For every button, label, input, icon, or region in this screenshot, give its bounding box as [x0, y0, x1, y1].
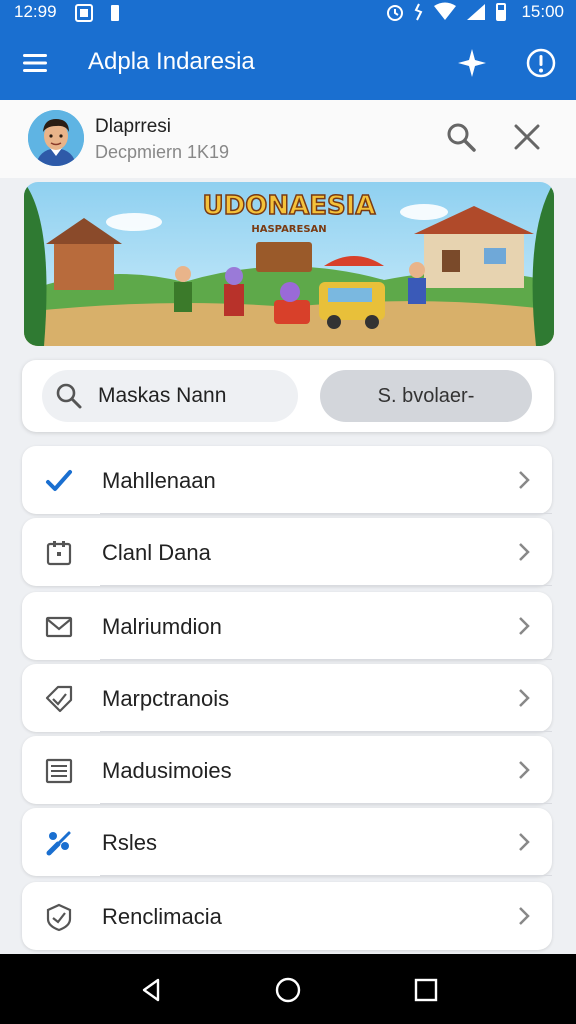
search-field[interactable]: Maskas Nann	[42, 370, 298, 422]
banner-subtitle: HASPARESAN	[251, 224, 326, 235]
app-title: Adpla Indaresia	[88, 48, 255, 75]
divider	[100, 585, 552, 586]
vibrate-icon	[415, 3, 423, 21]
search-icon[interactable]	[444, 120, 478, 154]
signal-icon	[467, 4, 486, 20]
menu-item-label: Rsles	[102, 830, 158, 855]
divider	[100, 513, 552, 514]
menu-item-clanl-dana[interactable]: Clanl Dana	[22, 518, 552, 586]
menu-item-marpctranois[interactable]: Marpctranois	[22, 664, 552, 732]
home-icon[interactable]	[274, 976, 302, 1004]
sparkle-icon[interactable]	[455, 46, 489, 80]
subscribe-button[interactable]: S. bvolaer-	[320, 370, 532, 422]
system-nav-bar	[0, 954, 576, 1024]
divider	[100, 731, 552, 732]
battery-small-icon	[111, 5, 119, 21]
divider	[100, 803, 552, 804]
chevron-right-icon	[519, 471, 530, 489]
chevron-right-icon	[519, 689, 530, 707]
promo-banner[interactable]: UDONAESIA HASPARESAN	[24, 182, 554, 346]
check-icon	[46, 470, 72, 491]
calendar-icon	[46, 541, 72, 566]
menu-item-label: Malriumdion	[102, 614, 222, 639]
status-left-icons	[74, 3, 122, 23]
hamburger-menu-icon[interactable]	[20, 48, 50, 78]
menu-item-renclimacia[interactable]: Renclimacia	[22, 882, 552, 950]
app-bar: Adpla Indaresia	[0, 26, 576, 100]
status-right-icons: 15:00	[385, 2, 564, 22]
profile-name: Dlaprresi	[95, 116, 172, 137]
alarm-icon	[387, 5, 404, 21]
status-bar: 12:99 15:00	[0, 0, 576, 26]
avatar-illustration	[28, 110, 84, 166]
banner-illustration: UDONAESIA HASPARESAN	[24, 182, 554, 346]
menu-item-mahllenaan[interactable]: Mahllenaan	[22, 446, 552, 514]
info-icon[interactable]	[524, 46, 558, 80]
chevron-right-icon	[519, 617, 530, 635]
badge-icon	[46, 903, 72, 932]
divider	[100, 875, 552, 876]
divider	[100, 659, 552, 660]
search-field-icon	[56, 383, 82, 409]
menu-item-label: Marpctranois	[102, 686, 230, 711]
search-field-text: Maskas Nann	[98, 384, 227, 407]
menu-item-label: Clanl Dana	[102, 540, 211, 565]
status-clock: 15:00	[521, 2, 564, 21]
menu-item-rsles[interactable]: Rsles	[22, 808, 552, 876]
tools-icon	[46, 831, 71, 856]
wifi-icon	[434, 2, 457, 20]
menu-item-label: Madusimoies	[102, 758, 232, 783]
menu-item-label: Mahllenaan	[102, 468, 216, 493]
battery-icon	[496, 3, 507, 21]
chevron-right-icon	[519, 543, 530, 561]
menu-item-malriumdion[interactable]: Malriumdion	[22, 592, 552, 660]
close-icon[interactable]	[510, 120, 544, 154]
menu-item-label: Renclimacia	[102, 904, 222, 929]
avatar[interactable]	[28, 110, 84, 166]
profile-header: Dlaprresi Decpmiern 1K19	[0, 100, 576, 178]
chevron-right-icon	[519, 833, 530, 851]
mail-icon	[45, 616, 73, 638]
search-card: Maskas Nann S. bvolaer-	[22, 360, 554, 432]
list-icon	[45, 758, 73, 784]
profile-subtitle: Decpmiern 1K19	[95, 142, 230, 162]
status-time: 12:99	[14, 2, 57, 21]
back-icon[interactable]	[138, 976, 166, 1004]
banner-title: UDONAESIA	[203, 191, 376, 221]
chevron-right-icon	[519, 907, 530, 925]
recents-icon[interactable]	[412, 976, 440, 1004]
menu-item-madusimoies[interactable]: Madusimoies	[22, 736, 552, 804]
chevron-right-icon	[519, 761, 530, 779]
screenshot-icon	[75, 4, 93, 22]
tag-icon	[45, 685, 73, 713]
